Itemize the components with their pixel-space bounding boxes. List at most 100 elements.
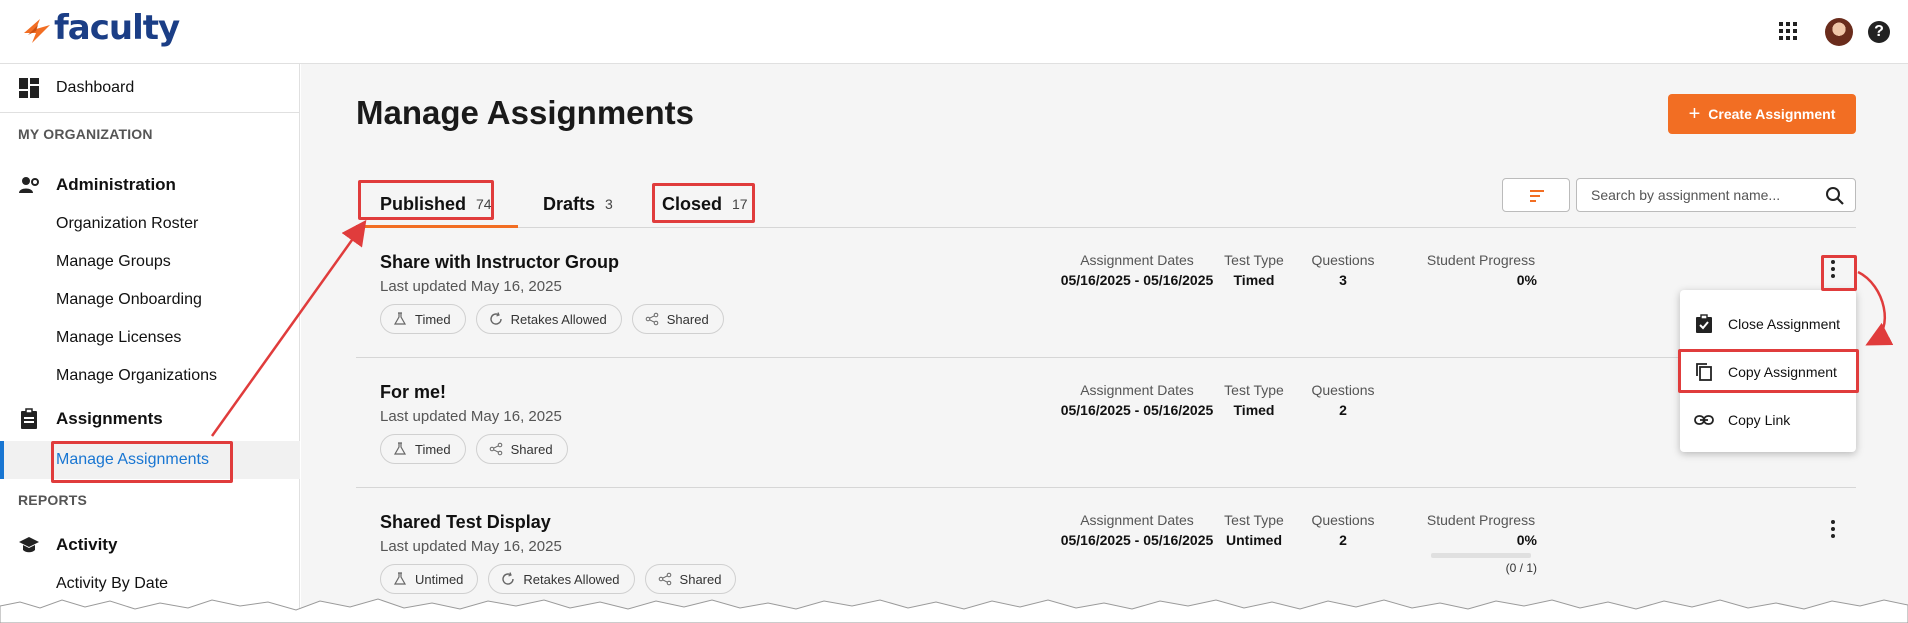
chip-label: Shared bbox=[510, 441, 553, 457]
highlight-kebab-menu bbox=[1821, 255, 1857, 291]
tab-drafts[interactable]: Drafts 3 bbox=[543, 180, 613, 228]
chip-shared: Shared bbox=[631, 304, 724, 334]
test-type: Test Type Timed bbox=[1204, 252, 1304, 288]
meta-value: Timed bbox=[1233, 272, 1275, 288]
student-progress: Student Progress 0% bbox=[1411, 252, 1551, 288]
section-my-organization: MY ORGANIZATION bbox=[18, 126, 153, 142]
create-assignment-button[interactable]: + Create Assignment bbox=[1668, 94, 1856, 134]
sort-filter-button[interactable] bbox=[1502, 178, 1570, 212]
chip-retakes: Retakes Allowed bbox=[488, 564, 635, 594]
highlight-published-tab bbox=[358, 180, 494, 220]
menu-item-close-assignment[interactable]: Close Assignment bbox=[1680, 304, 1856, 344]
flask-icon bbox=[393, 442, 407, 455]
questions-count: Questions 3 bbox=[1293, 252, 1393, 288]
sidebar-item-manage-onboarding[interactable]: Manage Onboarding bbox=[0, 282, 300, 318]
last-updated: Last updated May 16, 2025 bbox=[380, 408, 562, 425]
sort-icon bbox=[1530, 190, 1544, 205]
sidebar-label: Organization Roster bbox=[56, 215, 199, 232]
last-updated: Last updated May 16, 2025 bbox=[380, 278, 562, 295]
sidebar-label: Manage Organizations bbox=[56, 367, 217, 384]
help-icon[interactable]: ? bbox=[1868, 21, 1890, 43]
chip-label: Shared bbox=[679, 571, 722, 587]
sidebar-item-manage-groups[interactable]: Manage Groups bbox=[0, 244, 300, 280]
chip-shared: Shared bbox=[644, 564, 737, 594]
sidebar-item-organization-roster[interactable]: Organization Roster bbox=[0, 206, 300, 242]
assignment-title[interactable]: For me! bbox=[380, 382, 446, 403]
page-title: Manage Assignments bbox=[356, 94, 695, 131]
sidebar-label-activity: Activity bbox=[56, 535, 118, 554]
assignment-card[interactable]: For me! Last updated May 16, 2025 Timed … bbox=[356, 358, 1856, 488]
sidebar-label: Activity By Date bbox=[56, 575, 169, 592]
chip-untimed: Untimed bbox=[380, 564, 479, 594]
menu-label: Close Assignment bbox=[1728, 316, 1841, 332]
sidebar-divider bbox=[0, 112, 300, 113]
logo-mark-icon bbox=[24, 19, 50, 43]
meta-label: Student Progress bbox=[1426, 252, 1536, 268]
progress-bar bbox=[1431, 553, 1531, 558]
meta-value: Timed bbox=[1233, 402, 1275, 418]
meta-value: 0% bbox=[1516, 532, 1537, 548]
tab-label: Drafts bbox=[543, 193, 596, 214]
sidebar-item-administration[interactable]: Administration bbox=[0, 164, 300, 204]
logo-text: faculty bbox=[54, 8, 180, 48]
search-icon[interactable] bbox=[1825, 186, 1845, 206]
section-reports: REPORTS bbox=[18, 492, 88, 508]
search-input[interactable] bbox=[1591, 185, 1811, 205]
meta-label: Student Progress bbox=[1426, 512, 1536, 528]
student-progress: Student Progress 0% (0 / 1) bbox=[1411, 512, 1551, 575]
progress-count: (0 / 1) bbox=[1505, 561, 1537, 575]
meta-label: Questions bbox=[1311, 512, 1375, 528]
questions-count: Questions 2 bbox=[1293, 512, 1393, 548]
flask-icon bbox=[393, 572, 407, 585]
share-icon bbox=[489, 442, 502, 456]
chip-label: Shared bbox=[666, 311, 709, 327]
sidebar-item-manage-organizations[interactable]: Manage Organizations bbox=[0, 358, 300, 394]
refresh-icon bbox=[489, 312, 502, 325]
dashboard-icon bbox=[19, 78, 39, 98]
assignment-title[interactable]: Shared Test Display bbox=[380, 512, 551, 533]
last-updated: Last updated May 16, 2025 bbox=[380, 538, 562, 555]
highlight-closed-tab bbox=[652, 183, 755, 223]
main-content: Manage Assignments + Create Assignment P… bbox=[301, 64, 1908, 623]
menu-item-copy-link[interactable]: Copy Link bbox=[1680, 400, 1856, 440]
sidebar-label: Manage Groups bbox=[56, 253, 171, 270]
create-assignment-label: Create Assignment bbox=[1708, 106, 1836, 122]
search-box bbox=[1576, 178, 1856, 212]
chip-shared: Shared bbox=[475, 434, 568, 464]
sidebar-item-manage-licenses[interactable]: Manage Licenses bbox=[0, 320, 300, 356]
top-bar: faculty ? bbox=[0, 0, 1908, 64]
chip-retakes: Retakes Allowed bbox=[475, 304, 622, 334]
apps-grid-icon[interactable] bbox=[1779, 22, 1797, 40]
highlight-manage-assignments bbox=[51, 441, 233, 483]
meta-value: 3 bbox=[1339, 272, 1347, 288]
sidebar-label-dashboard: Dashboard bbox=[56, 79, 135, 96]
share-icon bbox=[645, 312, 659, 326]
meta-label: Test Type bbox=[1224, 512, 1284, 528]
assignment-card[interactable]: Share with Instructor Group Last updated… bbox=[356, 228, 1856, 358]
sidebar-label: Manage Licenses bbox=[56, 329, 182, 346]
chip-timed: Timed bbox=[380, 304, 466, 334]
faculty-logo[interactable]: faculty bbox=[22, 8, 180, 48]
share-icon bbox=[658, 572, 671, 586]
chip-label: Retakes Allowed bbox=[510, 311, 607, 327]
chip-label: Timed bbox=[415, 441, 451, 457]
sidebar-item-assignments[interactable]: Assignments bbox=[0, 398, 300, 438]
chip-label: Untimed bbox=[415, 571, 464, 587]
sidebar: Dashboard MY ORGANIZATION Administration… bbox=[0, 64, 300, 623]
sidebar-label-assignments: Assignments bbox=[56, 409, 163, 428]
test-type: Test Type Timed bbox=[1204, 382, 1304, 418]
tab-count: 3 bbox=[605, 196, 613, 212]
sidebar-item-activity[interactable]: Activity bbox=[0, 524, 300, 564]
assignment-title[interactable]: Share with Instructor Group bbox=[380, 252, 619, 273]
clipboard-check-icon bbox=[1696, 314, 1712, 333]
clipboard-icon bbox=[21, 408, 37, 429]
sidebar-item-dashboard[interactable]: Dashboard bbox=[0, 64, 300, 112]
admin-people-icon bbox=[19, 177, 39, 193]
user-avatar[interactable] bbox=[1825, 18, 1853, 46]
torn-edge bbox=[0, 598, 1908, 623]
refresh-icon bbox=[502, 572, 515, 585]
plus-icon: + bbox=[1688, 103, 1701, 125]
highlight-copy-assignment bbox=[1678, 349, 1859, 393]
more-options-icon[interactable] bbox=[1830, 520, 1836, 540]
meta-value: 0% bbox=[1516, 272, 1537, 288]
